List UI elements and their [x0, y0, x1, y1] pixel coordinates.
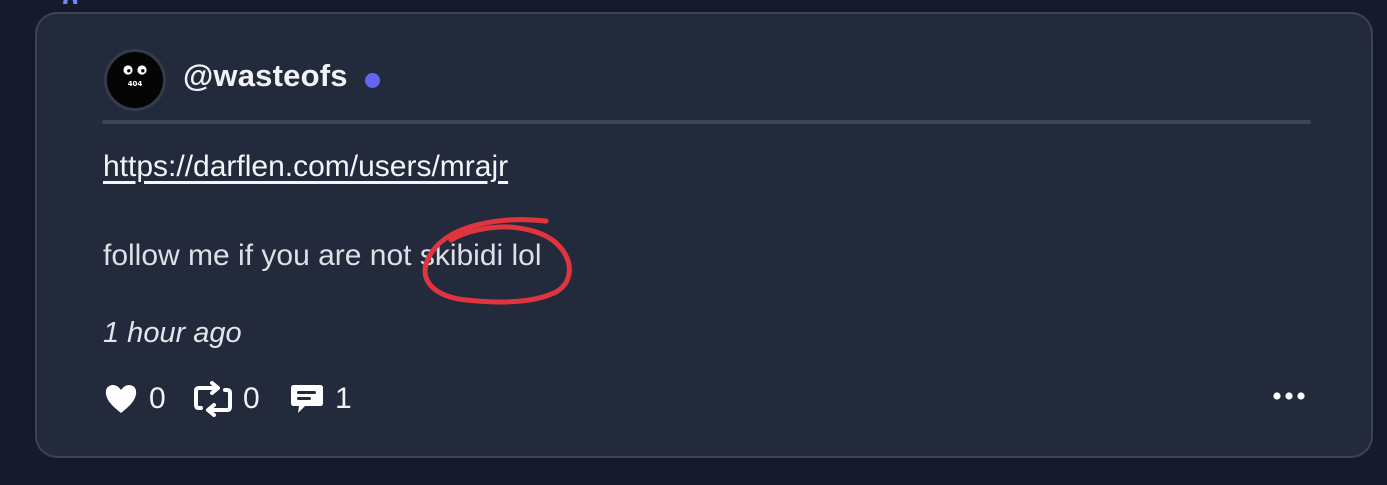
like-button[interactable]: 0	[103, 382, 193, 416]
post-profile-link[interactable]: https://darflen.com/users/mrajr	[103, 150, 508, 184]
repost-count: 0	[243, 382, 260, 415]
post-timestamp: 1 hour ago	[103, 317, 242, 349]
previous-post-link-fragment[interactable]: g	[62, 0, 92, 4]
avatar-404-text: 404	[128, 80, 143, 88]
online-status-indicator	[365, 73, 380, 88]
heart-icon	[105, 385, 137, 413]
avatar-404-icon[interactable]: 404	[104, 49, 166, 111]
more-icon	[1273, 392, 1305, 400]
repost-icon	[194, 381, 232, 417]
comment-count: 1	[335, 382, 352, 415]
author-username[interactable]: @wasteofs	[183, 58, 348, 94]
like-count: 0	[149, 382, 166, 415]
avatar-404-icon-graphic: 404	[107, 52, 163, 108]
post-body-text: follow me if you are not skibidi lol	[103, 239, 542, 272]
comment-icon	[291, 385, 323, 413]
repost-button[interactable]: 0	[193, 381, 289, 417]
post-card: 404 @wasteofs https://darflen.com/users/…	[35, 12, 1373, 458]
more-options-button[interactable]	[1267, 381, 1311, 411]
post-header-divider	[102, 120, 1311, 124]
post-actions: 0 0 1	[103, 379, 352, 419]
comment-button[interactable]: 1	[289, 382, 352, 416]
